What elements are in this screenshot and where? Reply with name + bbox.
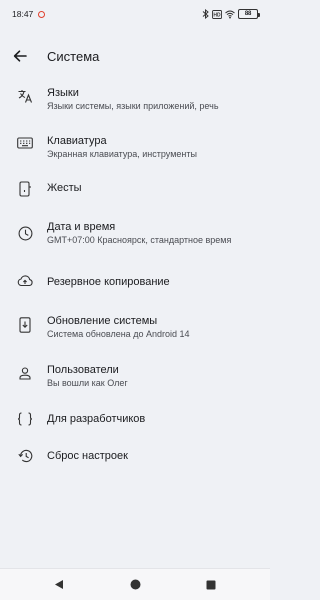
item-title: Пользователи: [47, 364, 119, 376]
keyboard-icon: [14, 137, 36, 149]
hd-icon: HD: [212, 9, 222, 19]
item-subtitle: Вы вошли как Олег: [47, 378, 128, 388]
list-item-reset[interactable]: Сброс настроек: [0, 435, 270, 472]
history-icon: [14, 449, 36, 463]
item-subtitle: Языки системы, языки приложений, речь: [47, 101, 219, 111]
nav-back-button[interactable]: [45, 571, 73, 599]
list-item-backup[interactable]: Резервное копирование: [0, 263, 270, 300]
system-update-icon: [14, 317, 36, 333]
translate-icon: [14, 88, 36, 104]
list-item-developer[interactable]: Для разработчиков: [0, 398, 270, 435]
item-title: Сброс настроек: [47, 450, 128, 462]
status-bar: 18:47 HD 88: [0, 0, 270, 28]
back-button[interactable]: [2, 38, 38, 74]
cloud-upload-icon: [14, 275, 36, 287]
nav-recents-button[interactable]: [197, 571, 225, 599]
item-title: Жесты: [47, 182, 82, 194]
wifi-icon: [225, 10, 235, 19]
nav-home-button[interactable]: [121, 571, 149, 599]
triangle-back-icon: [55, 580, 63, 589]
list-item-gestures[interactable]: Жесты: [0, 172, 270, 206]
braces-icon: [14, 412, 36, 426]
item-title: Языки: [47, 87, 79, 99]
page-title: Система: [47, 48, 100, 64]
list-item-date-time[interactable]: Дата и время GMT+07:00 Красноярск, станд…: [0, 206, 270, 263]
item-title: Клавиатура: [47, 135, 107, 147]
person-icon: [14, 367, 36, 380]
bluetooth-icon: [202, 9, 209, 19]
app-bar: Система: [0, 38, 270, 74]
square-recents-icon: [206, 580, 216, 589]
item-title: Дата и время: [47, 221, 116, 233]
status-icons: HD 88: [202, 9, 260, 19]
list-item-users[interactable]: Пользователи Вы вошли как Олег: [0, 351, 270, 398]
status-time: 18:47: [12, 9, 34, 19]
navigation-bar: [0, 568, 270, 600]
item-title: Обновление системы: [47, 315, 158, 327]
arrow-back-icon: [13, 50, 27, 62]
battery-icon: 88: [238, 9, 260, 19]
clock-icon: [14, 226, 36, 241]
item-title: Для разработчиков: [47, 413, 146, 425]
item-subtitle: GMT+07:00 Красноярск, стандартное время: [47, 235, 232, 245]
gestures-icon: [14, 181, 36, 197]
item-title: Резервное копирование: [47, 276, 170, 288]
svg-text:HD: HD: [213, 12, 221, 18]
screen-record-icon: [38, 10, 46, 18]
list-item-system-update[interactable]: Обновление системы Система обновлена до …: [0, 300, 270, 351]
list-item-keyboard[interactable]: Клавиатура Экранная клавиатура, инструме…: [0, 125, 270, 172]
item-subtitle: Экранная клавиатура, инструменты: [47, 149, 197, 159]
item-subtitle: Система обновлена до Android 14: [47, 329, 190, 339]
settings-list: Языки Языки системы, языки приложений, р…: [0, 78, 270, 472]
circle-home-icon: [130, 579, 140, 590]
list-item-languages[interactable]: Языки Языки системы, языки приложений, р…: [0, 78, 270, 125]
